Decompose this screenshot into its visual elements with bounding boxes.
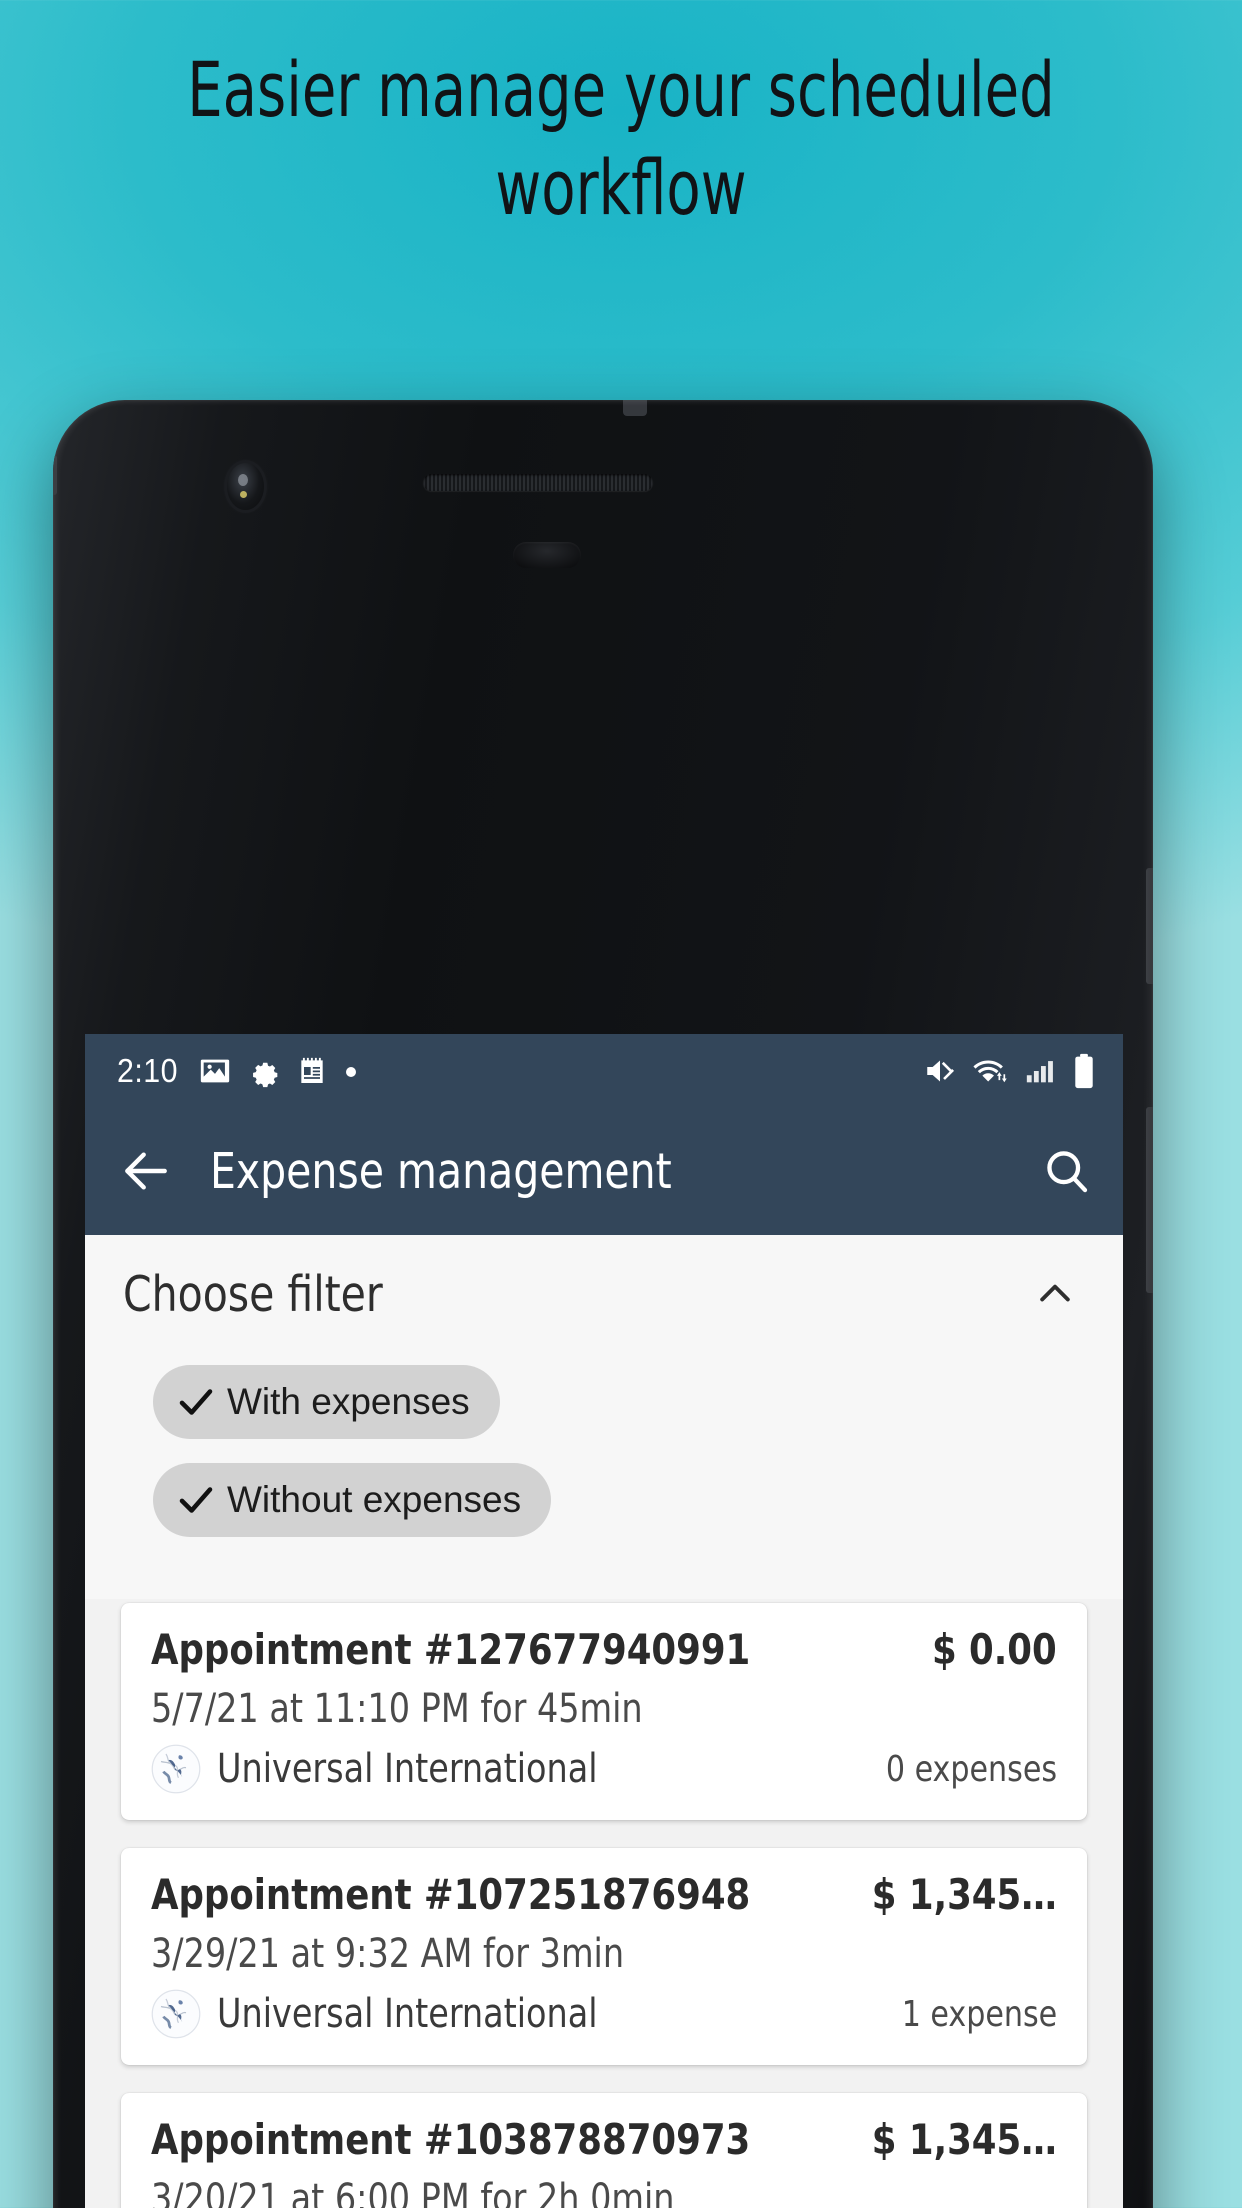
status-bar-clock: 2:10 [117, 1051, 178, 1089]
status-bar: 2:10 [85, 1034, 1123, 1107]
phone-body: 2:10 Expense management Choose filter Wi… [53, 400, 1153, 2208]
appointment-schedule: 5/7/21 at 11:10 PM for 45min [151, 1686, 643, 1732]
appointment-list: Appointment #127677940991 $ 0.00 5/7/21 … [85, 1599, 1123, 2208]
status-bar-left: 2:10 [117, 1052, 359, 1090]
appointment-amount: $ 1,345… [872, 1870, 1057, 1919]
globe-icon [151, 1744, 201, 1794]
phone-screen: 2:10 Expense management Choose filter Wi… [85, 1034, 1123, 2208]
page-title: Expense management [210, 1142, 672, 1200]
left-side-button[interactable] [53, 455, 57, 495]
check-icon [179, 1487, 213, 1513]
appointment-card[interactable]: Appointment #103878870973 $ 1,345… 3/20/… [121, 2093, 1087, 2208]
promo-headline: Easier manage your scheduled workflow [112, 52, 1130, 226]
signal-icon [1026, 1060, 1053, 1082]
appointment-card[interactable]: Appointment #127677940991 $ 0.00 5/7/21 … [121, 1603, 1087, 1820]
appointment-schedule: 3/29/21 at 9:32 AM for 3min [151, 1931, 625, 1977]
phone-mockup: 2:10 Expense management Choose filter Wi… [53, 400, 1192, 2208]
organization-name: Universal International [217, 1991, 598, 2037]
antenna-nub [623, 400, 647, 416]
image-icon [201, 1059, 230, 1082]
power-button[interactable] [1146, 868, 1153, 984]
front-camera-icon [227, 463, 264, 510]
organization: Universal International [151, 1744, 626, 1794]
organization-name: Universal International [217, 1746, 598, 1792]
globe-icon [151, 1989, 201, 2039]
gear-icon [253, 1062, 278, 1087]
filter-chip-label: Without expenses [227, 1479, 522, 1520]
notes-icon [301, 1057, 323, 1083]
wifi-icon [973, 1060, 1007, 1082]
app-bar: Expense management [85, 1107, 1123, 1235]
headline-line-2: workflow [495, 143, 747, 232]
expense-count: 1 expense [901, 1993, 1057, 2035]
back-arrow-icon[interactable] [118, 1143, 174, 1199]
mute-icon [927, 1060, 955, 1081]
headline-line-1: Easier manage your scheduled [187, 45, 1055, 134]
filter-title: Choose filter [123, 1265, 383, 1323]
volume-button[interactable] [1146, 1107, 1153, 1293]
sensor-pill [513, 542, 581, 568]
filter-chip-with-expenses[interactable]: With expenses [153, 1365, 500, 1439]
filter-header[interactable]: Choose filter [85, 1235, 1123, 1353]
search-icon[interactable] [1041, 1145, 1093, 1197]
appointment-amount: $ 1,345… [872, 2115, 1057, 2164]
appointment-card[interactable]: Appointment #107251876948 $ 1,345… 3/29/… [121, 1848, 1087, 2065]
chevron-up-icon[interactable] [1033, 1272, 1077, 1316]
appointment-amount: $ 0.00 [932, 1625, 1057, 1674]
filter-chip-group: With expenses Without expenses [85, 1353, 1123, 1599]
appointment-schedule: 3/20/21 at 6:00 PM for 2h 0min [151, 2176, 675, 2208]
filter-chip-without-expenses[interactable]: Without expenses [153, 1463, 552, 1537]
earpiece-speaker [423, 474, 653, 491]
check-icon [179, 1389, 213, 1415]
status-bar-right [922, 1053, 1096, 1089]
battery-icon [1075, 1053, 1093, 1088]
appointment-title: Appointment #107251876948 [151, 1870, 751, 1919]
appointment-title: Appointment #103878870973 [151, 2115, 751, 2164]
filter-chip-label: With expenses [227, 1381, 470, 1422]
appointment-title: Appointment #127677940991 [151, 1625, 751, 1674]
expense-count: 0 expenses [885, 1748, 1057, 1790]
organization: Universal International [151, 1989, 626, 2039]
dot-icon [346, 1066, 357, 1077]
